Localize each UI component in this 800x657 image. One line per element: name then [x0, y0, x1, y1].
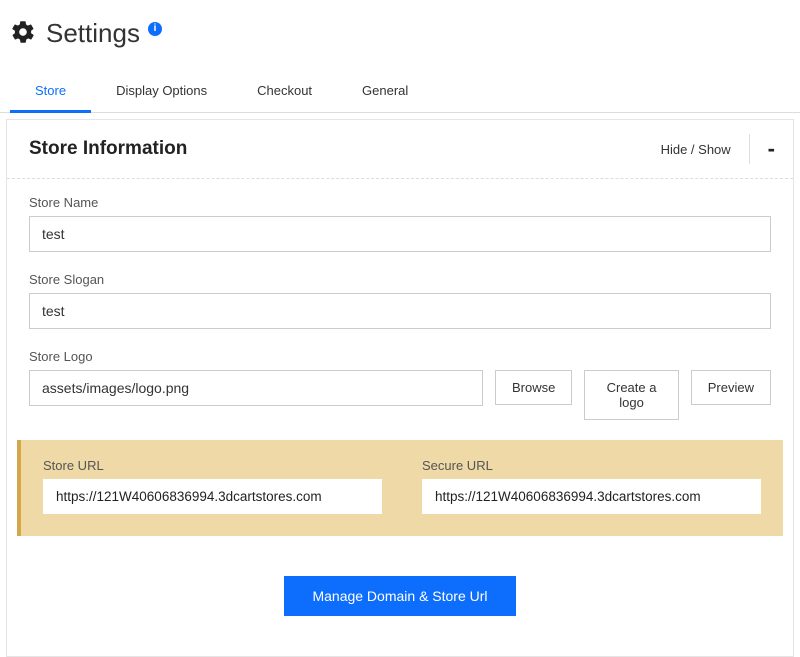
- minus-icon: -: [768, 138, 775, 160]
- store-logo-label: Store Logo: [29, 349, 771, 364]
- preview-button[interactable]: Preview: [691, 370, 771, 405]
- store-url-label: Store URL: [43, 458, 382, 473]
- page-title: Settings: [46, 18, 140, 49]
- url-block: Store URL Secure URL: [17, 440, 783, 536]
- tab-general[interactable]: General: [337, 73, 433, 113]
- store-name-input[interactable]: [29, 216, 771, 252]
- panel-title: Store Information: [29, 138, 187, 160]
- secure-url-input[interactable]: [422, 479, 761, 514]
- tabs: Store Display Options Checkout General: [0, 73, 800, 113]
- manage-domain-button[interactable]: Manage Domain & Store Url: [284, 576, 515, 616]
- info-icon[interactable]: i: [148, 22, 162, 36]
- secure-url-label: Secure URL: [422, 458, 761, 473]
- store-url-input[interactable]: [43, 479, 382, 514]
- panel-header: Store Information Hide / Show -: [7, 120, 793, 179]
- tab-display-options[interactable]: Display Options: [91, 73, 232, 113]
- tab-store[interactable]: Store: [10, 73, 91, 113]
- store-slogan-input[interactable]: [29, 293, 771, 329]
- tab-checkout[interactable]: Checkout: [232, 73, 337, 113]
- create-logo-button[interactable]: Create a logo: [584, 370, 678, 420]
- store-slogan-label: Store Slogan: [29, 272, 771, 287]
- collapse-button[interactable]: -: [749, 134, 775, 164]
- gears-icon: [10, 19, 36, 48]
- store-logo-input[interactable]: [29, 370, 483, 406]
- hide-show-toggle[interactable]: Hide / Show: [661, 142, 731, 157]
- browse-button[interactable]: Browse: [495, 370, 572, 405]
- store-name-label: Store Name: [29, 195, 771, 210]
- store-information-panel: Store Information Hide / Show - Store Na…: [6, 119, 794, 657]
- page-header: Settings i: [0, 0, 800, 55]
